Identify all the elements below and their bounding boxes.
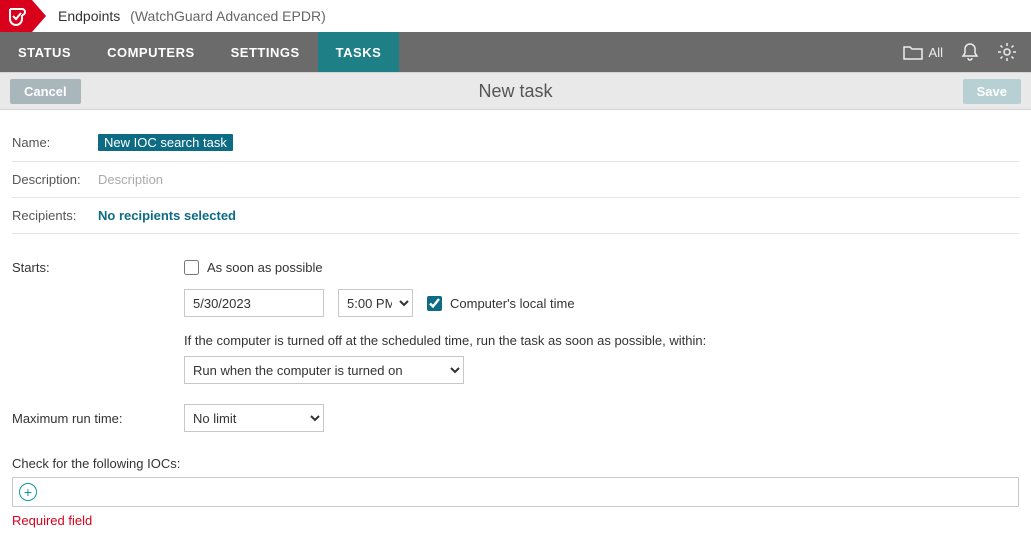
page-title: New task: [478, 81, 552, 102]
name-value[interactable]: New IOC search task: [98, 134, 233, 151]
starts-section: Starts: As soon as possible 5:00 PM Comp…: [12, 234, 1019, 390]
nav-settings-gear[interactable]: [997, 42, 1017, 62]
nav-notifications[interactable]: [961, 42, 979, 62]
maxrun-select[interactable]: No limit: [184, 404, 324, 432]
start-time-select[interactable]: 5:00 PM: [338, 289, 413, 317]
brand-bar: Endpoints (WatchGuard Advanced EPDR): [0, 0, 1031, 32]
localtime-checkbox[interactable]: [427, 296, 442, 311]
plus-icon: +: [24, 485, 32, 499]
nav-settings[interactable]: SETTINGS: [213, 32, 318, 72]
main-nav: STATUS COMPUTERS SETTINGS TASKS All: [0, 32, 1031, 72]
brand-arrow: [32, 0, 46, 32]
nav-tasks[interactable]: TASKS: [318, 32, 400, 72]
asap-checkbox[interactable]: [184, 260, 199, 275]
maxrun-row: Maximum run time: No limit: [12, 390, 1019, 438]
save-button[interactable]: Save: [963, 79, 1021, 104]
ioc-box[interactable]: +: [12, 477, 1019, 507]
form-content: Name: New IOC search task Description: D…: [0, 110, 1031, 534]
cancel-button[interactable]: Cancel: [10, 79, 81, 104]
brand-title: Endpoints (WatchGuard Advanced EPDR): [58, 8, 326, 24]
ioc-section: Check for the following IOCs: + Required…: [12, 438, 1019, 528]
description-input[interactable]: Description: [98, 172, 163, 187]
brand-logo: [0, 0, 32, 32]
nav-all[interactable]: All: [903, 44, 943, 60]
recipients-label: Recipients:: [12, 208, 98, 223]
localtime-label: Computer's local time: [450, 296, 575, 311]
gear-icon: [997, 42, 1017, 62]
ioc-label: Check for the following IOCs:: [12, 456, 1019, 471]
name-label: Name:: [12, 135, 98, 150]
maxrun-label: Maximum run time:: [12, 411, 184, 426]
description-label: Description:: [12, 172, 98, 187]
description-row: Description: Description: [12, 162, 1019, 198]
name-row: Name: New IOC search task: [12, 124, 1019, 162]
add-ioc-button[interactable]: +: [19, 483, 37, 501]
run-when-select[interactable]: Run when the computer is turned on: [184, 356, 464, 384]
folder-icon: [903, 44, 923, 60]
recipients-link[interactable]: No recipients selected: [98, 208, 236, 223]
nav-status[interactable]: STATUS: [0, 32, 89, 72]
starts-label: Starts:: [12, 260, 184, 384]
start-date-input[interactable]: [184, 289, 324, 317]
action-bar: Cancel New task Save: [0, 72, 1031, 110]
recipients-row: Recipients: No recipients selected: [12, 198, 1019, 234]
off-note: If the computer is turned off at the sch…: [184, 333, 1019, 348]
nav-computers[interactable]: COMPUTERS: [89, 32, 213, 72]
asap-label: As soon as possible: [207, 260, 323, 275]
bell-icon: [961, 42, 979, 62]
